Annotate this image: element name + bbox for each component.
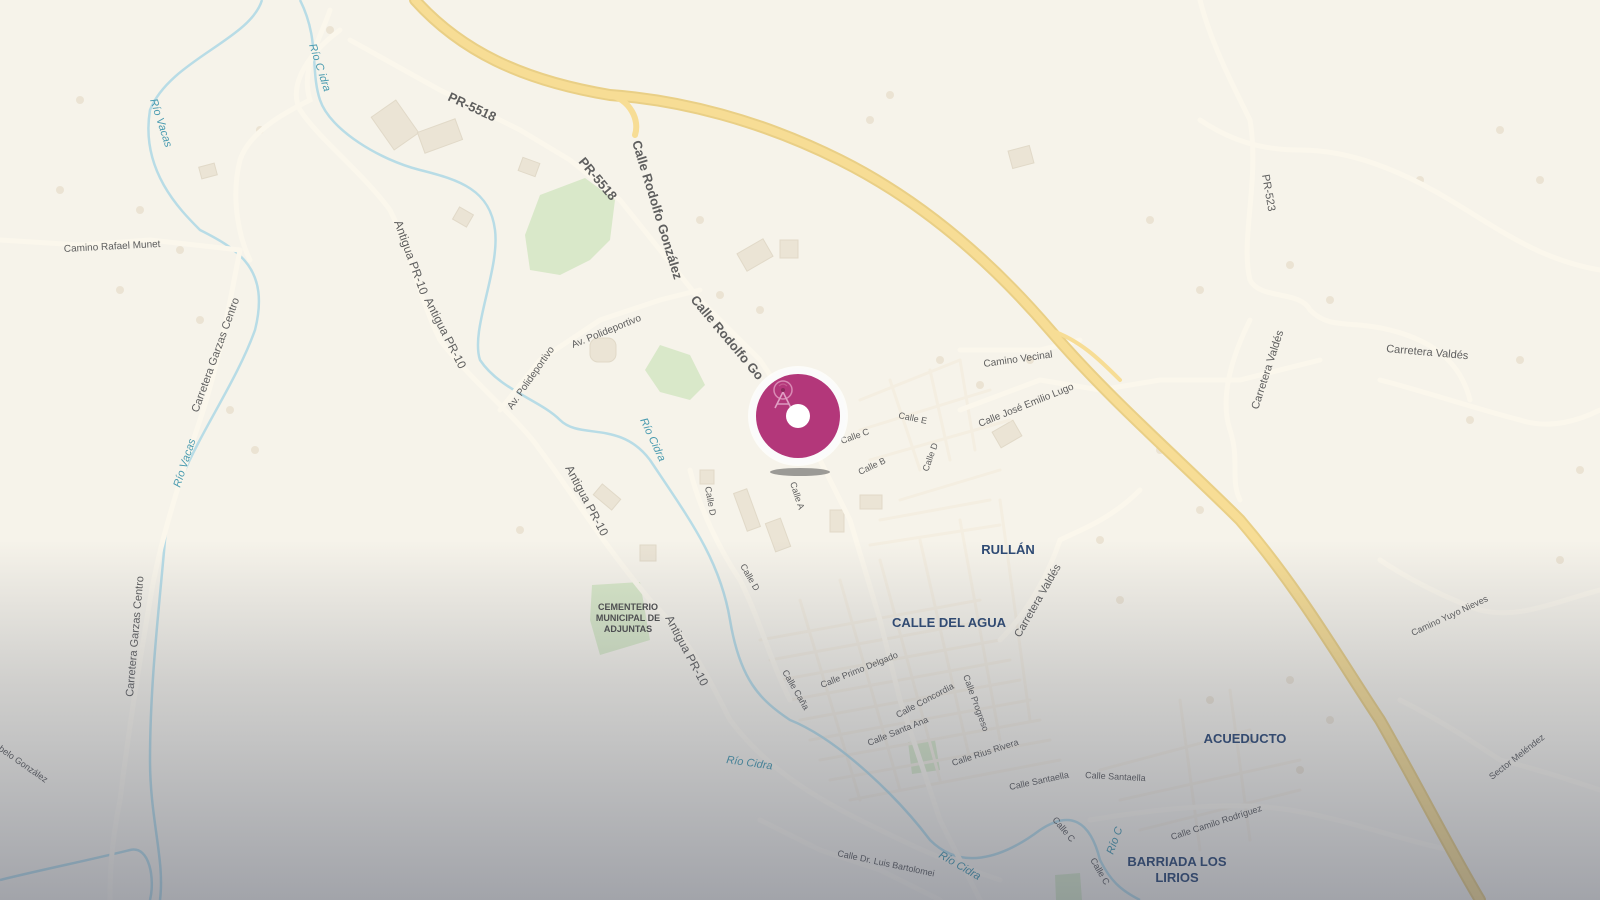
- marker-shadow: [770, 468, 830, 476]
- cemetery-label: CEMENTERIO MUNICIPAL DE ADJUNTAS: [596, 602, 660, 634]
- svg-text:CEMENTERIO: CEMENTERIO: [598, 602, 658, 612]
- place-label-barriada: BARRIADA LOS: [1127, 854, 1227, 869]
- place-label-acueducto: ACUEDUCTO: [1204, 731, 1287, 746]
- svg-text:MUNICIPAL DE: MUNICIPAL DE: [596, 613, 660, 623]
- location-marker[interactable]: [750, 368, 846, 464]
- marker-center: [786, 404, 810, 428]
- place-label-calle-del-agua: CALLE DEL AGUA: [892, 615, 1007, 630]
- svg-text:ADJUNTAS: ADJUNTAS: [604, 624, 652, 634]
- place-label-barriada-2: LIRIOS: [1155, 870, 1199, 885]
- place-label-rullan: RULLÁN: [981, 542, 1034, 557]
